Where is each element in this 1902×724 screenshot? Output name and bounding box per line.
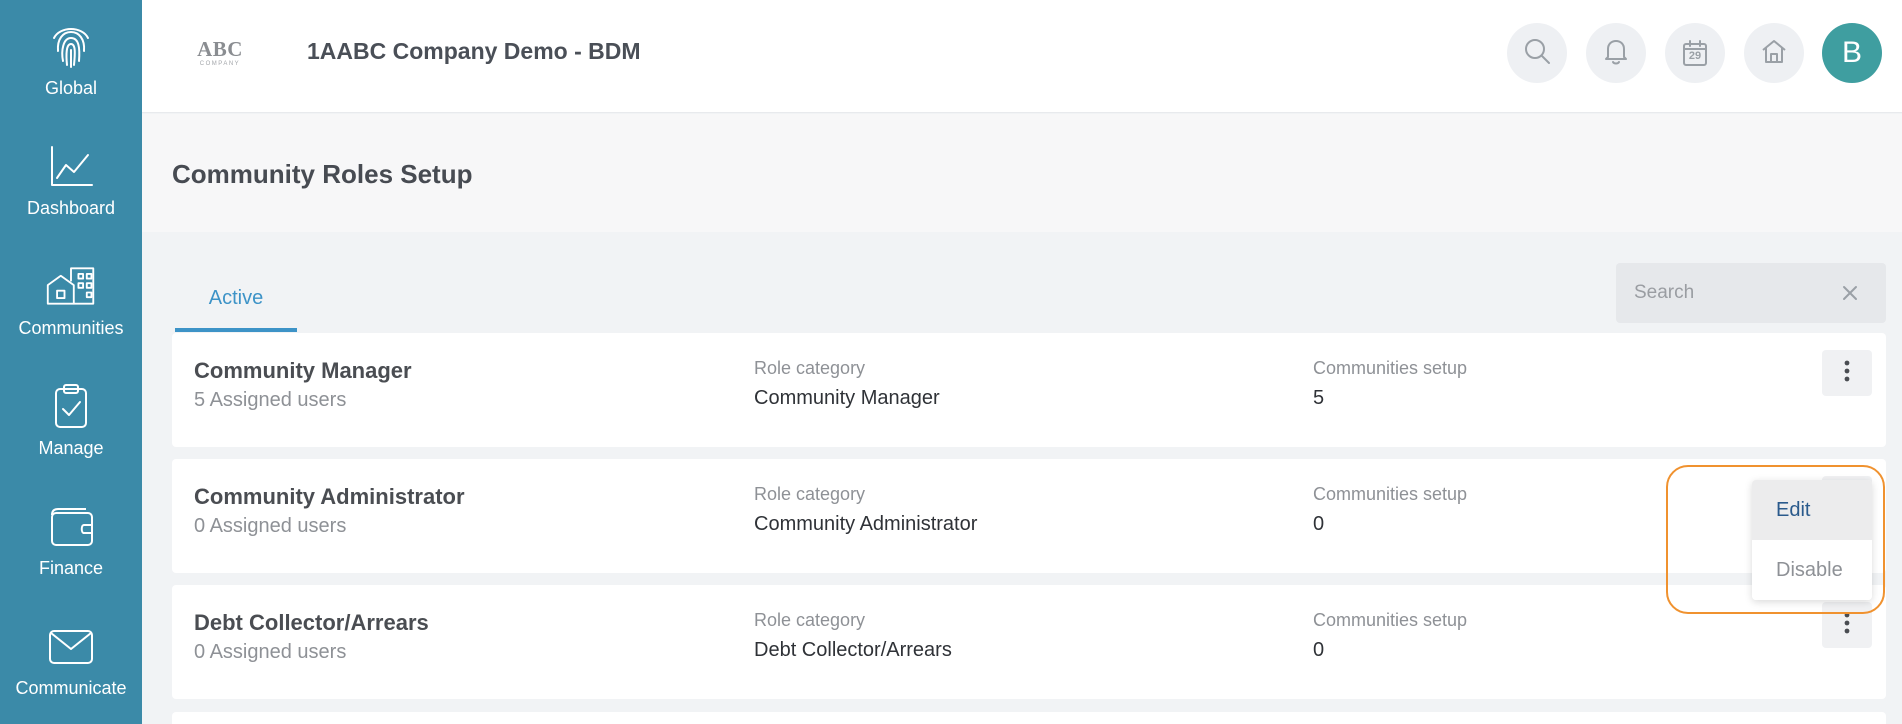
role-card: [172, 712, 1886, 724]
role-category-label: Role category: [754, 610, 866, 630]
sidebar-item-communicate[interactable]: Communicate: [0, 600, 142, 710]
user-avatar[interactable]: B: [1822, 23, 1882, 83]
envelope-icon: [45, 620, 97, 672]
close-icon[interactable]: [1840, 283, 1860, 303]
wallet-icon: [45, 500, 97, 552]
communities-setup-value: 0: [1313, 513, 1325, 535]
chart-line-icon: [45, 140, 97, 192]
menu-item-disable[interactable]: Disable: [1752, 540, 1872, 600]
sidebar-item-label: Dashboard: [26, 198, 116, 218]
sidebar-item-global[interactable]: Global: [0, 0, 142, 110]
kebab-menu-icon: [1844, 612, 1850, 639]
calendar-icon: 29: [1681, 39, 1709, 67]
page-header: Community Roles Setup: [142, 114, 1902, 232]
sidebar-item-label: Global: [44, 78, 98, 98]
role-card: Community Manager 5 Assigned users Role …: [172, 333, 1886, 447]
more-options-button[interactable]: [1822, 602, 1872, 648]
communities-setup-label: Communities setup: [1313, 610, 1468, 630]
role-name: Community Manager: [194, 358, 412, 383]
role-name: Debt Collector/Arrears: [194, 610, 429, 635]
clipboard-check-icon: [45, 380, 97, 432]
search-box: [1616, 263, 1886, 323]
role-name: Community Administrator: [194, 484, 465, 509]
assigned-users-count: 5 Assigned users: [194, 389, 347, 411]
menu-item-edit[interactable]: Edit: [1752, 480, 1872, 540]
calendar-button[interactable]: 29: [1665, 23, 1725, 83]
buildings-icon: [45, 260, 97, 312]
fingerprint-icon: [45, 20, 97, 72]
sidebar-item-label: Communities: [18, 318, 124, 338]
assigned-users-count: 0 Assigned users: [194, 641, 347, 663]
calendar-day: 29: [1688, 50, 1702, 62]
row-actions-menu: Edit Disable: [1752, 480, 1872, 600]
search-input[interactable]: [1634, 263, 1834, 323]
role-category-value: Community Manager: [754, 387, 940, 409]
company-name: 1AABC Company Demo - BDM: [307, 38, 641, 64]
more-options-button[interactable]: [1822, 350, 1872, 396]
role-card: Community Administrator 0 Assigned users…: [172, 459, 1886, 573]
role-card: Debt Collector/Arrears 0 Assigned users …: [172, 585, 1886, 699]
role-category-label: Role category: [754, 484, 866, 504]
communities-setup-value: 5: [1313, 387, 1325, 409]
notifications-button[interactable]: [1586, 23, 1646, 83]
communities-setup-value: 0: [1313, 639, 1325, 661]
home-button[interactable]: [1744, 23, 1804, 83]
communities-setup-label: Communities setup: [1313, 358, 1468, 378]
search-button[interactable]: [1507, 23, 1567, 83]
role-category-label: Role category: [754, 358, 866, 378]
sidebar: Global Dashboard Communities Manage Fina…: [0, 0, 142, 724]
assigned-users-count: 0 Assigned users: [194, 515, 347, 537]
sidebar-item-label: Communicate: [15, 678, 127, 698]
sidebar-item-communities[interactable]: Communities: [0, 240, 142, 350]
sidebar-item-label: Manage: [38, 438, 104, 458]
top-header: ABC COMPANY 1AABC Company Demo - BDM 29 …: [142, 0, 1902, 113]
sidebar-item-dashboard[interactable]: Dashboard: [0, 120, 142, 230]
sidebar-item-manage[interactable]: Manage: [0, 360, 142, 470]
page-title: Community Roles Setup: [172, 159, 473, 189]
home-icon: [1760, 37, 1788, 70]
tab-active[interactable]: Active: [175, 268, 297, 332]
kebab-menu-icon: [1844, 360, 1850, 387]
role-category-value: Debt Collector/Arrears: [754, 639, 952, 661]
role-category-value: Community Administrator: [754, 513, 978, 535]
company-logo: ABC COMPANY: [197, 37, 243, 67]
bell-icon: [1603, 37, 1629, 70]
communities-setup-label: Communities setup: [1313, 484, 1468, 504]
search-icon: [1523, 37, 1551, 70]
sidebar-item-finance[interactable]: Finance: [0, 480, 142, 590]
sidebar-item-label: Finance: [38, 558, 104, 578]
